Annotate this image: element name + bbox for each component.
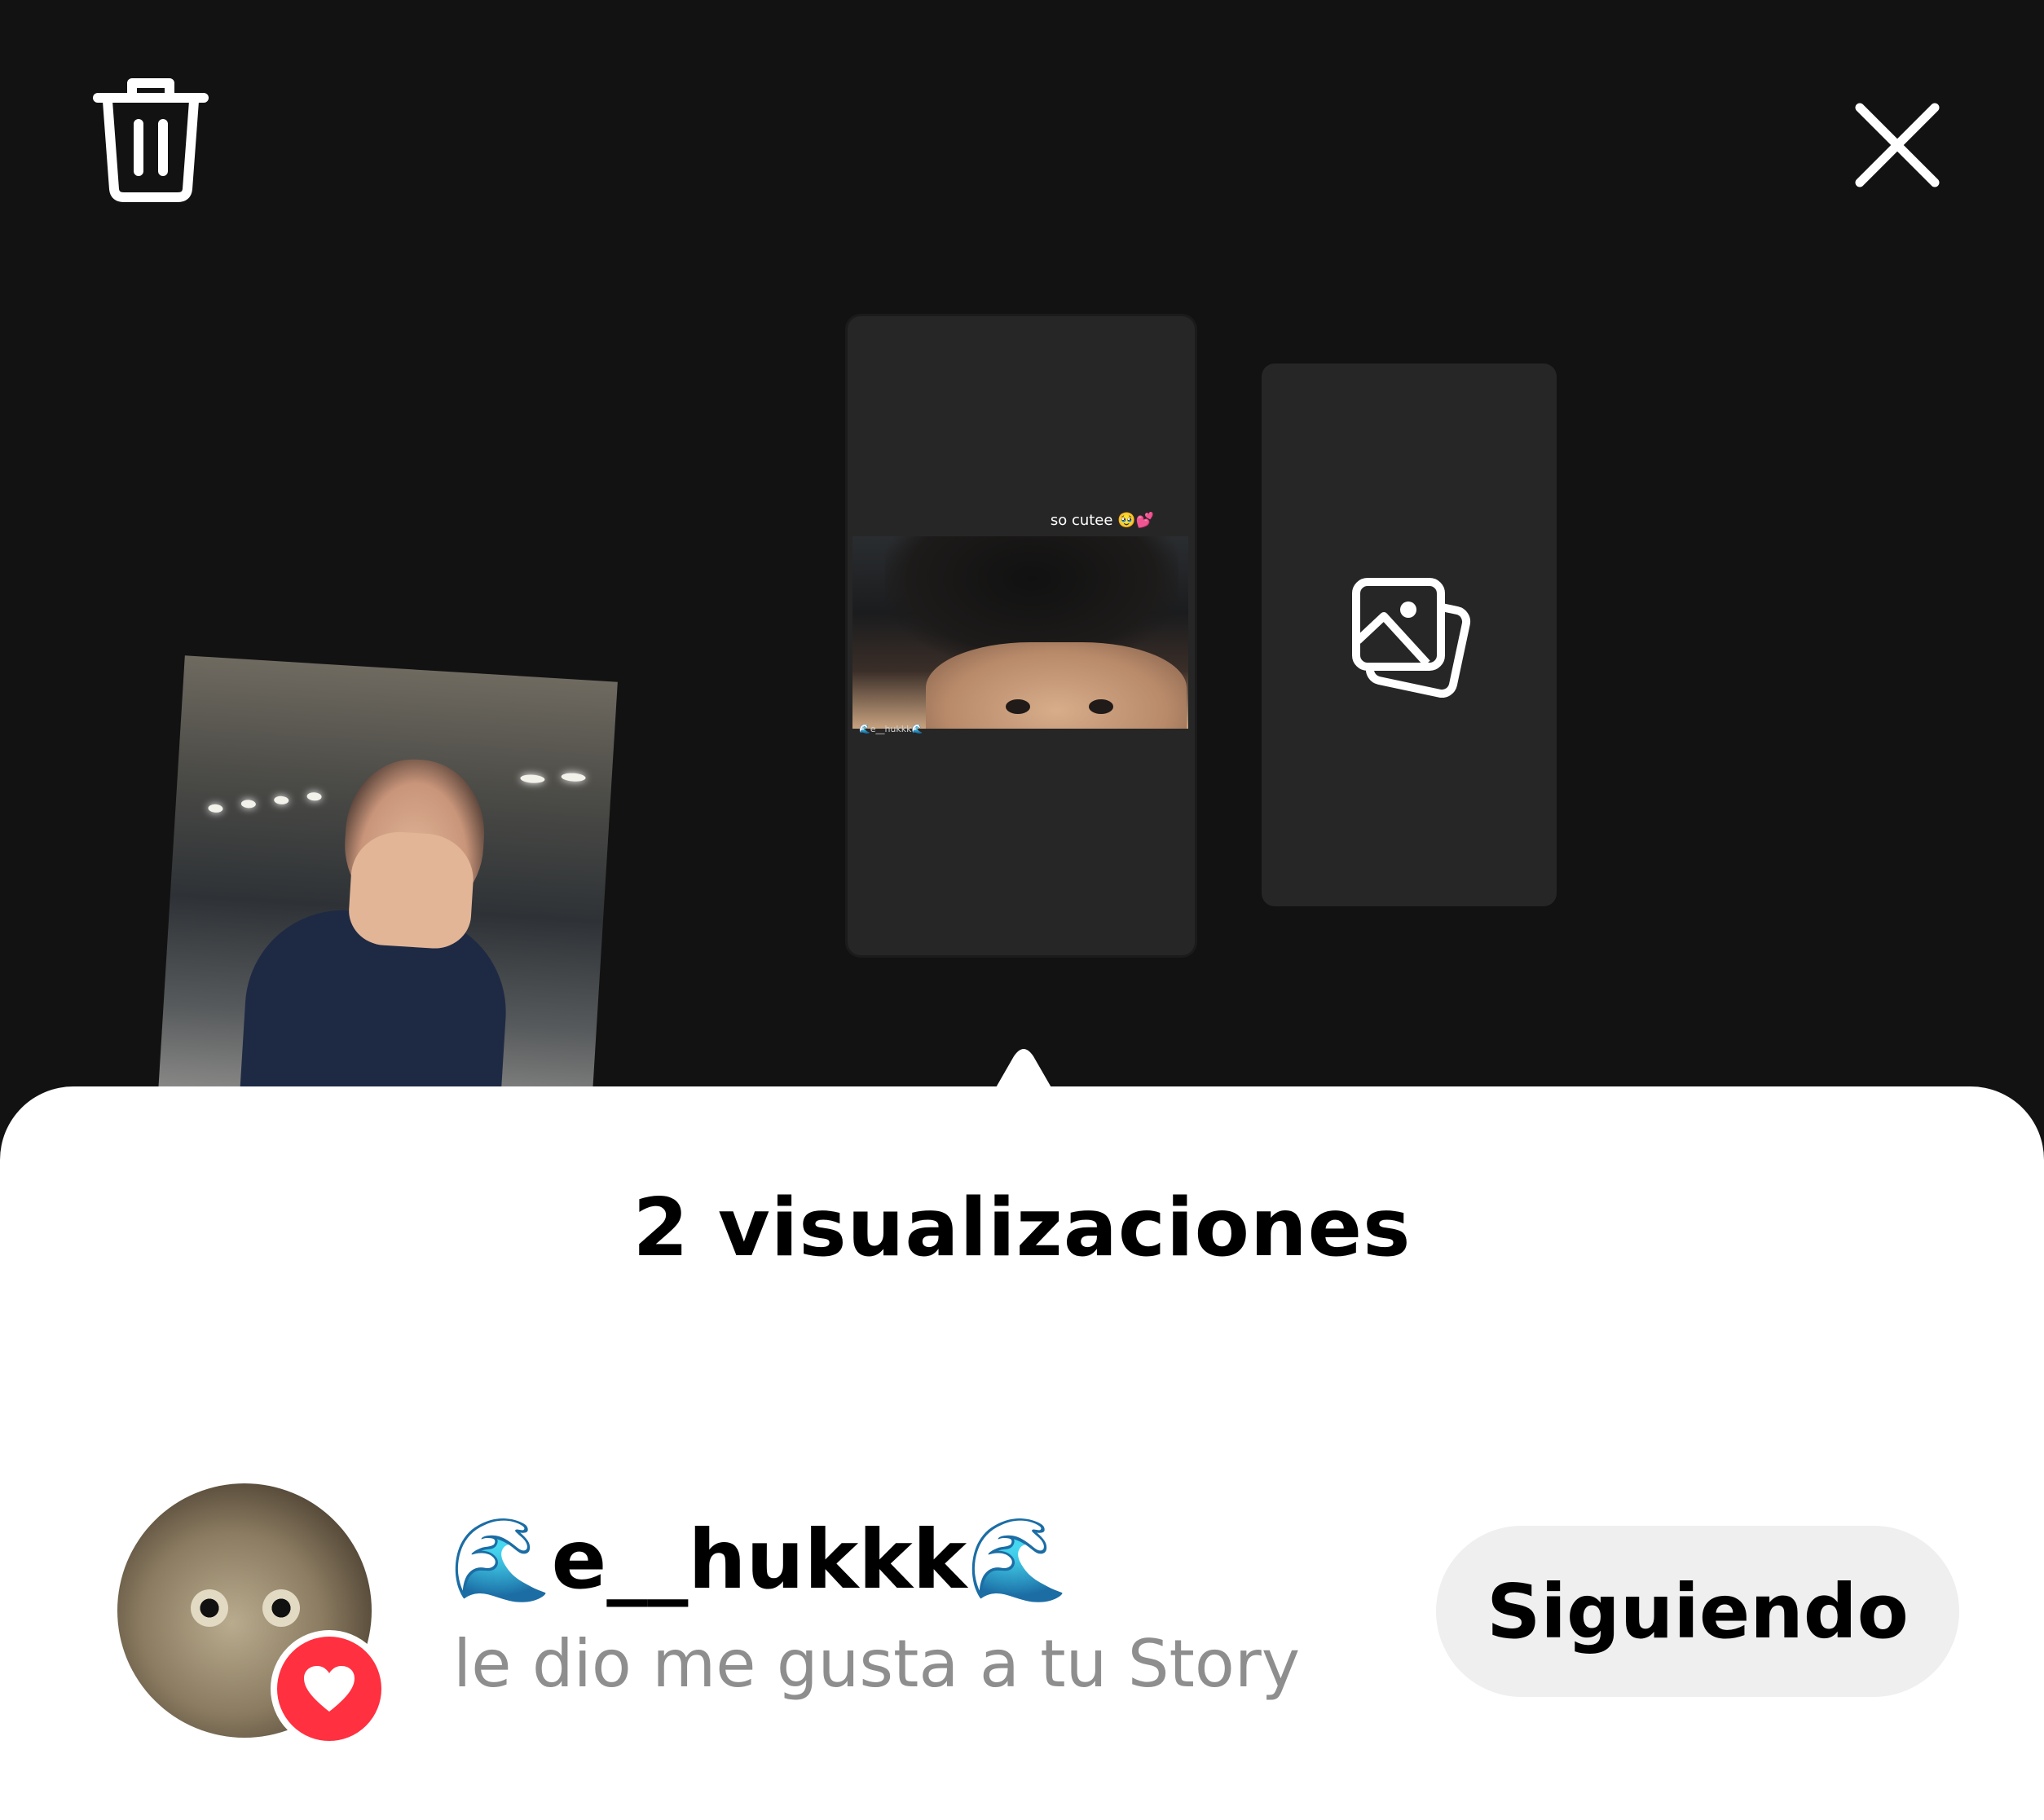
story-mention: 🌊e__hukkk🌊 — [859, 724, 923, 734]
gallery-icon — [1352, 578, 1471, 698]
sticker-photo — [158, 655, 618, 1118]
views-count-title: 2 visualizaciones — [632, 1182, 1412, 1275]
following-button[interactable]: Siguiendo — [1436, 1526, 1959, 1697]
story-thumbnail-next[interactable] — [1262, 364, 1557, 906]
trash-icon — [93, 78, 209, 202]
viewer-username[interactable]: 🌊e__hukkk🌊 — [450, 1512, 1068, 1608]
close-button[interactable] — [1848, 96, 1946, 194]
story-image — [852, 536, 1188, 729]
heart-icon — [304, 1666, 355, 1712]
story-caption: so cutee 🥹💕 — [1050, 512, 1154, 529]
like-badge — [271, 1630, 388, 1747]
delete-button[interactable] — [90, 75, 212, 205]
story-thumbnail-current[interactable]: so cutee 🥹💕 🌊e__hukkk🌊 — [848, 316, 1195, 955]
viewer-action-text: le dio me gusta a tu Story — [453, 1626, 1301, 1702]
close-icon — [1855, 103, 1940, 187]
sheet-pointer — [958, 1049, 1089, 1105]
